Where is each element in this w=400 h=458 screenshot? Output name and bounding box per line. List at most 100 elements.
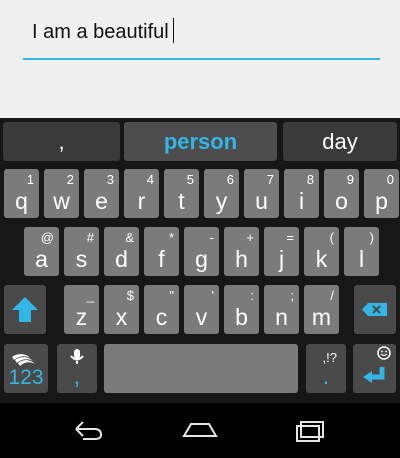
key-label: y — [215, 188, 228, 214]
key-h[interactable]: + h — [224, 227, 259, 276]
enter-key[interactable] — [353, 344, 396, 393]
key-a[interactable]: @ a — [24, 227, 59, 276]
key-v[interactable]: ' v — [184, 285, 219, 334]
key-hint: + — [246, 230, 254, 245]
suggestion-left[interactable]: , — [3, 122, 120, 161]
key-n[interactable]: ; n — [264, 285, 299, 334]
key-label: l — [358, 246, 365, 272]
shift-arrow-icon — [12, 297, 38, 322]
recent-apps-icon[interactable] — [292, 418, 332, 442]
key-label: u — [255, 188, 268, 214]
key-o[interactable]: 9o — [324, 169, 359, 218]
key-label: m — [311, 304, 332, 330]
numbers-mode-label: 123 — [8, 366, 44, 389]
key-u[interactable]: 7u — [244, 169, 279, 218]
key-label: d — [115, 246, 128, 272]
backspace-icon — [362, 303, 387, 316]
key-f[interactable]: * f — [144, 227, 179, 276]
text-area: I am a beautiful — [0, 0, 400, 118]
key-hint: 2 — [66, 172, 74, 187]
home-icon[interactable] — [178, 418, 222, 442]
text-caret — [172, 18, 174, 43]
key-hint: # — [86, 230, 94, 245]
key-hint: 6 — [226, 172, 234, 187]
back-icon[interactable] — [67, 418, 109, 442]
text-input-field[interactable]: I am a beautiful — [23, 14, 380, 60]
input-text: I am a beautiful — [32, 18, 174, 45]
comma-voice-key[interactable]: , — [57, 344, 97, 393]
key-label: t — [178, 188, 185, 214]
key-label: c — [155, 304, 168, 330]
key-hint: 8 — [306, 172, 314, 187]
key-g[interactable]: -g — [184, 227, 219, 276]
key-hint: ( — [329, 230, 334, 245]
period-punct-key[interactable]: ,!? . — [306, 344, 346, 393]
key-hint: & — [125, 230, 134, 245]
key-d[interactable]: & d — [104, 227, 139, 276]
key-label: q — [15, 188, 28, 214]
key-label: e — [95, 188, 108, 214]
key-label: z — [75, 304, 88, 330]
key-hint: ) — [369, 230, 374, 245]
key-label: o — [335, 188, 348, 214]
key-c[interactable]: " c — [144, 285, 179, 334]
input-value: I am a beautiful — [32, 20, 169, 43]
key-label: h — [235, 246, 248, 272]
key-hint: 1 — [26, 172, 34, 187]
keyboard: , person day 1q 2w 3e 4r 5t 6y 7u 8i 9o … — [0, 118, 400, 403]
key-j[interactable]: = j — [264, 227, 299, 276]
key-label: p — [375, 188, 388, 214]
suggestion-center[interactable]: person — [124, 122, 277, 161]
key-hint: 9 — [346, 172, 354, 187]
key-x[interactable]: $ x — [104, 285, 139, 334]
key-hint: 3 — [106, 172, 114, 187]
key-k[interactable]: (k — [304, 227, 339, 276]
key-l[interactable]: ) l — [344, 227, 379, 276]
suggestion-center-label: person — [163, 128, 238, 154]
key-label: r — [137, 188, 146, 214]
key-hint: ' — [211, 288, 214, 303]
key-y[interactable]: 6y — [204, 169, 239, 218]
key-m[interactable]: / m — [304, 285, 339, 334]
key-p[interactable]: 0p — [364, 169, 399, 218]
enter-arrow-icon — [363, 367, 385, 383]
key-hint: _ — [86, 288, 94, 303]
key-w[interactable]: 2w — [44, 169, 79, 218]
key-label: i — [298, 188, 305, 214]
key-label: w — [53, 188, 70, 214]
key-label: j — [278, 246, 285, 272]
key-s[interactable]: # s — [64, 227, 99, 276]
period-label: . — [322, 363, 330, 389]
key-label: v — [195, 304, 208, 330]
suggestion-left-label: , — [58, 128, 65, 154]
key-hint: = — [286, 230, 294, 245]
key-label: x — [115, 304, 128, 330]
key-hint: @ — [40, 230, 54, 245]
key-e[interactable]: 3e — [84, 169, 119, 218]
key-z[interactable]: _ z — [64, 285, 99, 334]
key-label: a — [35, 246, 48, 272]
key-b[interactable]: :b — [224, 285, 259, 334]
key-q[interactable]: 1q — [4, 169, 39, 218]
android-nav-bar — [0, 403, 400, 458]
key-hint: " — [169, 288, 174, 303]
key-i[interactable]: 8i — [284, 169, 319, 218]
backspace-key[interactable] — [354, 285, 396, 334]
space-key[interactable] — [104, 344, 298, 393]
numbers-mode-key[interactable]: 123 — [4, 344, 48, 393]
shift-key[interactable] — [4, 285, 46, 334]
suggestion-right[interactable]: day — [283, 122, 397, 161]
key-label: f — [158, 246, 165, 272]
key-hint: $ — [126, 288, 134, 303]
key-hint: : — [250, 288, 254, 303]
key-r[interactable]: 4r — [124, 169, 159, 218]
key-hint: / — [330, 288, 334, 303]
key-hint: 7 — [266, 172, 274, 187]
key-t[interactable]: 5t — [164, 169, 199, 218]
key-label: b — [235, 304, 248, 330]
suggestion-right-label: day — [322, 128, 358, 154]
key-hint: 4 — [146, 172, 154, 187]
key-hint: ; — [290, 288, 294, 303]
key-hint: 0 — [386, 172, 394, 187]
key-label: g — [195, 246, 208, 272]
